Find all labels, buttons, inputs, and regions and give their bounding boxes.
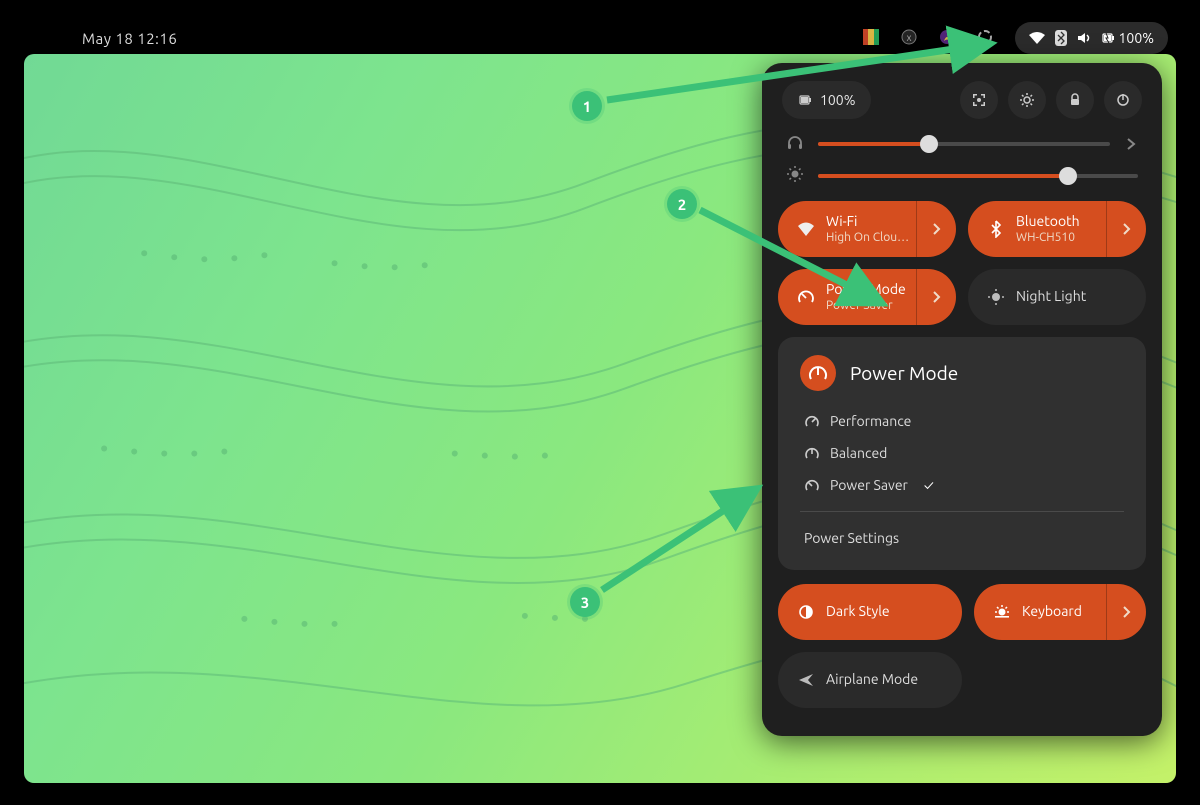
- wifi-tile[interactable]: Wi-FiHigh On Clou…: [778, 201, 956, 257]
- power-button[interactable]: [1104, 81, 1142, 119]
- annotation-marker-2: 2: [667, 189, 697, 219]
- bluetooth-icon: [1055, 30, 1067, 46]
- power-mode-tile-expand[interactable]: [916, 269, 956, 325]
- bluetooth-tile-expand[interactable]: [1106, 201, 1146, 257]
- keyboard-tile-expand[interactable]: [1106, 584, 1146, 640]
- top-bar: May 18 12:16 x 100%: [24, 22, 1176, 54]
- battery-indicator: 100%: [1101, 30, 1154, 46]
- power-mode-submenu: Power Mode Performance Balanced Power Sa…: [778, 337, 1146, 570]
- power-option-performance[interactable]: Performance: [800, 405, 1124, 437]
- volume-slider[interactable]: [786, 133, 1138, 155]
- screenshot-button[interactable]: [960, 81, 998, 119]
- brightness-track[interactable]: [818, 174, 1138, 178]
- wifi-icon: [786, 220, 826, 238]
- tray-app-icon-2[interactable]: x: [901, 29, 917, 48]
- dark-style-tile[interactable]: Dark Style: [778, 584, 962, 640]
- svg-text:x: x: [906, 32, 911, 43]
- power-option-saver[interactable]: Power Saver ✓: [800, 469, 1124, 501]
- tray-app-icon-4[interactable]: [977, 29, 993, 48]
- tray-app-icon-3[interactable]: [939, 29, 955, 48]
- keyboard-tile[interactable]: Keyboard: [974, 584, 1146, 640]
- tray-app-icon-1[interactable]: [863, 29, 879, 48]
- check-icon: ✓: [924, 477, 934, 493]
- night-light-tile[interactable]: Night Light: [968, 269, 1146, 325]
- bluetooth-icon: [976, 220, 1016, 238]
- submenu-title: Power Mode: [850, 362, 958, 384]
- lock-button[interactable]: [1056, 81, 1094, 119]
- clock[interactable]: May 18 12:16: [24, 30, 177, 47]
- settings-button[interactable]: [1008, 81, 1046, 119]
- brightness-slider[interactable]: [786, 165, 1138, 187]
- airplane-mode-tile[interactable]: Airplane Mode: [778, 652, 962, 708]
- gauge-icon: [800, 355, 836, 391]
- system-indicator[interactable]: 100%: [1015, 22, 1168, 54]
- chevron-right-icon[interactable]: [1124, 137, 1138, 151]
- quick-settings-panel: 100% Wi-FiHigh On Clou…: [762, 63, 1162, 736]
- brightness-icon: [786, 165, 804, 187]
- power-option-balanced[interactable]: Balanced: [800, 437, 1124, 469]
- dark-style-icon: [786, 603, 826, 621]
- airplane-icon: [786, 671, 826, 689]
- wifi-tile-expand[interactable]: [916, 201, 956, 257]
- battery-icon: [798, 93, 812, 107]
- annotation-marker-1: 1: [572, 91, 602, 121]
- keyboard-brightness-icon: [982, 603, 1022, 621]
- headphones-icon: [786, 133, 804, 155]
- system-tray: x 100%: [863, 22, 1168, 54]
- power-mode-tile[interactable]: Power ModePower Saver: [778, 269, 956, 325]
- volume-track[interactable]: [818, 142, 1110, 146]
- night-light-icon: [976, 288, 1016, 306]
- gauge-icon: [786, 288, 826, 306]
- wifi-icon: [1029, 32, 1045, 44]
- power-settings-link[interactable]: Power Settings: [800, 522, 1124, 554]
- battery-chip[interactable]: 100%: [782, 81, 871, 119]
- volume-icon: [1077, 31, 1091, 45]
- annotation-marker-3: 3: [570, 587, 600, 617]
- bluetooth-tile[interactable]: BluetoothWH-CH510: [968, 201, 1146, 257]
